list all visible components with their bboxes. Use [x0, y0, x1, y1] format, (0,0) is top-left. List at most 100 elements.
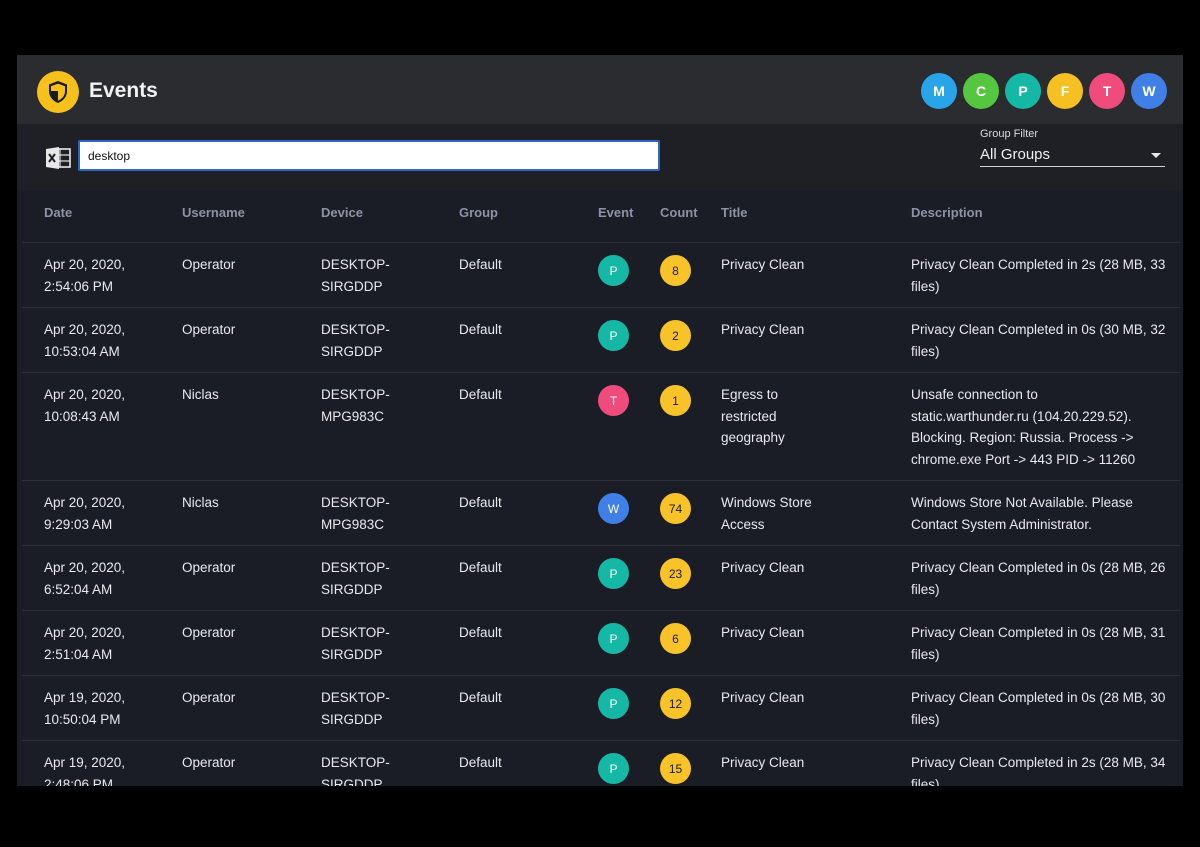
cell-date-line: Apr 20, 2020, [44, 495, 126, 510]
cell-title-line: Privacy Clean [721, 257, 805, 272]
user-avatars: M C P F T W [921, 73, 1167, 109]
group-filter-value: All Groups [980, 146, 1051, 163]
cell-device-line: DESKTOP- [321, 560, 390, 575]
event-badge: T [598, 385, 629, 416]
events-window: Events M C P F T W Group Filter All Grou… [17, 55, 1183, 786]
count-badge: 6 [660, 623, 691, 654]
avatar-f[interactable]: F [1047, 73, 1083, 109]
cell-username: Operator [182, 752, 312, 774]
cell-description-line: files) [911, 711, 940, 727]
cell-device-line: DESKTOP- [321, 257, 390, 272]
cell-device-line: DESKTOP- [321, 322, 390, 337]
cell-description: Windows Store Not Available. Please Conta… [911, 492, 1176, 535]
cell-title-line: geography [721, 430, 785, 445]
count-badge: 15 [660, 753, 691, 784]
table-row[interactable]: Apr 20, 2020, 2:54:06 PM Operator DESKTOP- S… [22, 243, 1180, 308]
cell-group: Default [459, 557, 589, 579]
cell-description: Privacy Clean Completed in 0s (28 MB, 31… [911, 622, 1176, 665]
cell-date-line: Apr 20, 2020, [44, 625, 126, 640]
table-row[interactable]: Apr 20, 2020, 9:29:03 AM Niclas DESKTOP- MPG… [22, 481, 1180, 546]
cell-device: DESKTOP- MPG983C [321, 492, 451, 535]
cell-group-line: Default [459, 257, 502, 272]
avatar-p[interactable]: P [1005, 73, 1041, 109]
cell-device-line: MPG983C [321, 516, 385, 532]
cell-title-line: restricted [721, 408, 777, 424]
cell-date-line: Apr 20, 2020, [44, 257, 126, 272]
cell-description-line: Privacy Clean Completed in 2s (28 MB, 33 [911, 257, 1166, 272]
table-row[interactable]: Apr 20, 2020, 6:52:04 AM Operator DESKTOP- S… [22, 546, 1180, 611]
cell-device-line: DESKTOP- [321, 495, 390, 510]
cell-date-line: 10:50:04 PM [44, 711, 121, 727]
cell-group: Default [459, 384, 589, 406]
table-row[interactable]: Apr 20, 2020, 10:53:04 AM Operator DESKTOP-… [22, 308, 1180, 373]
count-badge: 2 [660, 320, 691, 351]
cell-device: DESKTOP- SIRGDDP [321, 254, 451, 297]
cell-title-line: Access [721, 516, 765, 532]
cell-title: Privacy Clean [721, 319, 901, 341]
cell-device-line: SIRGDDP [321, 581, 383, 597]
cell-description-line: files) [911, 776, 940, 787]
column-header-username[interactable]: Username [182, 205, 245, 220]
group-filter-select[interactable]: All Groups [980, 145, 1165, 167]
search-input[interactable] [78, 140, 660, 171]
event-badge: P [598, 320, 629, 351]
cell-username: Niclas [182, 492, 312, 514]
cell-description-line: Contact System Administrator. [911, 516, 1092, 532]
table-row[interactable]: Apr 19, 2020, 10:50:04 PM Operator DESKTOP-… [22, 676, 1180, 741]
avatar-t[interactable]: T [1089, 73, 1125, 109]
cell-date-line: 2:51:04 AM [44, 646, 113, 662]
cell-description-line: static.warthunder.ru (104.20.229.52). [911, 408, 1132, 424]
column-header-event[interactable]: Event [598, 205, 633, 220]
cell-description-line: files) [911, 343, 940, 359]
column-header-device[interactable]: Device [321, 205, 363, 220]
cell-username: Operator [182, 622, 312, 644]
column-header-description[interactable]: Description [911, 205, 983, 220]
cell-description-line: files) [911, 646, 940, 662]
group-filter-label: Group Filter [980, 128, 1039, 140]
cell-group: Default [459, 254, 589, 276]
avatar-w[interactable]: W [1131, 73, 1167, 109]
cell-description: Privacy Clean Completed in 2s (28 MB, 33… [911, 254, 1176, 297]
event-badge: P [598, 255, 629, 286]
cell-username: Operator [182, 254, 312, 276]
cell-device-line: DESKTOP- [321, 625, 390, 640]
caret-down-icon [1151, 153, 1161, 158]
column-header-count[interactable]: Count [660, 205, 698, 220]
events-table: Date Username Device Group Event Count T… [22, 190, 1180, 786]
cell-username-line: Operator [182, 755, 236, 770]
cell-description-line: Privacy Clean Completed in 0s (28 MB, 26 [911, 560, 1166, 575]
cell-group-line: Default [459, 322, 502, 337]
cell-date: Apr 20, 2020, 10:53:04 AM [44, 319, 174, 362]
cell-username-line: Operator [182, 690, 236, 705]
avatar-c[interactable]: C [963, 73, 999, 109]
column-header-group[interactable]: Group [459, 205, 498, 220]
cell-username-line: Operator [182, 257, 236, 272]
cell-title: Privacy Clean [721, 752, 901, 774]
cell-device-line: DESKTOP- [321, 690, 390, 705]
excel-export-icon[interactable] [45, 146, 71, 170]
app-header: Events M C P F T W [17, 55, 1183, 124]
column-header-title[interactable]: Title [721, 205, 748, 220]
cell-title: Egress to restricted geography [721, 384, 901, 449]
table-row[interactable]: Apr 20, 2020, 2:51:04 AM Operator DESKTOP- S… [22, 611, 1180, 676]
table-row[interactable]: Apr 19, 2020, 2:48:06 PM Operator DESKTOP- S… [22, 741, 1180, 786]
cell-title-line: Egress to [721, 387, 779, 402]
cell-title: Privacy Clean [721, 254, 901, 276]
cell-description-line: Privacy Clean Completed in 0s (30 MB, 32 [911, 322, 1166, 337]
event-badge: P [598, 688, 629, 719]
cell-device: DESKTOP- SIRGDDP [321, 622, 451, 665]
page-title: Events [89, 79, 158, 102]
cell-date-line: Apr 20, 2020, [44, 560, 126, 575]
cell-device: DESKTOP- SIRGDDP [321, 557, 451, 600]
cell-group: Default [459, 319, 589, 341]
column-header-date[interactable]: Date [44, 205, 72, 220]
avatar-m[interactable]: M [921, 73, 957, 109]
cell-date-line: 2:48:06 PM [44, 776, 114, 787]
cell-device-line: SIRGDDP [321, 278, 383, 294]
cell-date-line: Apr 20, 2020, [44, 322, 126, 337]
cell-group-line: Default [459, 495, 502, 510]
cell-device-line: SIRGDDP [321, 646, 383, 662]
event-badge: P [598, 558, 629, 589]
cell-device-line: DESKTOP- [321, 755, 390, 770]
table-row[interactable]: Apr 20, 2020, 10:08:43 AM Niclas DESKTOP- MP… [22, 373, 1180, 481]
